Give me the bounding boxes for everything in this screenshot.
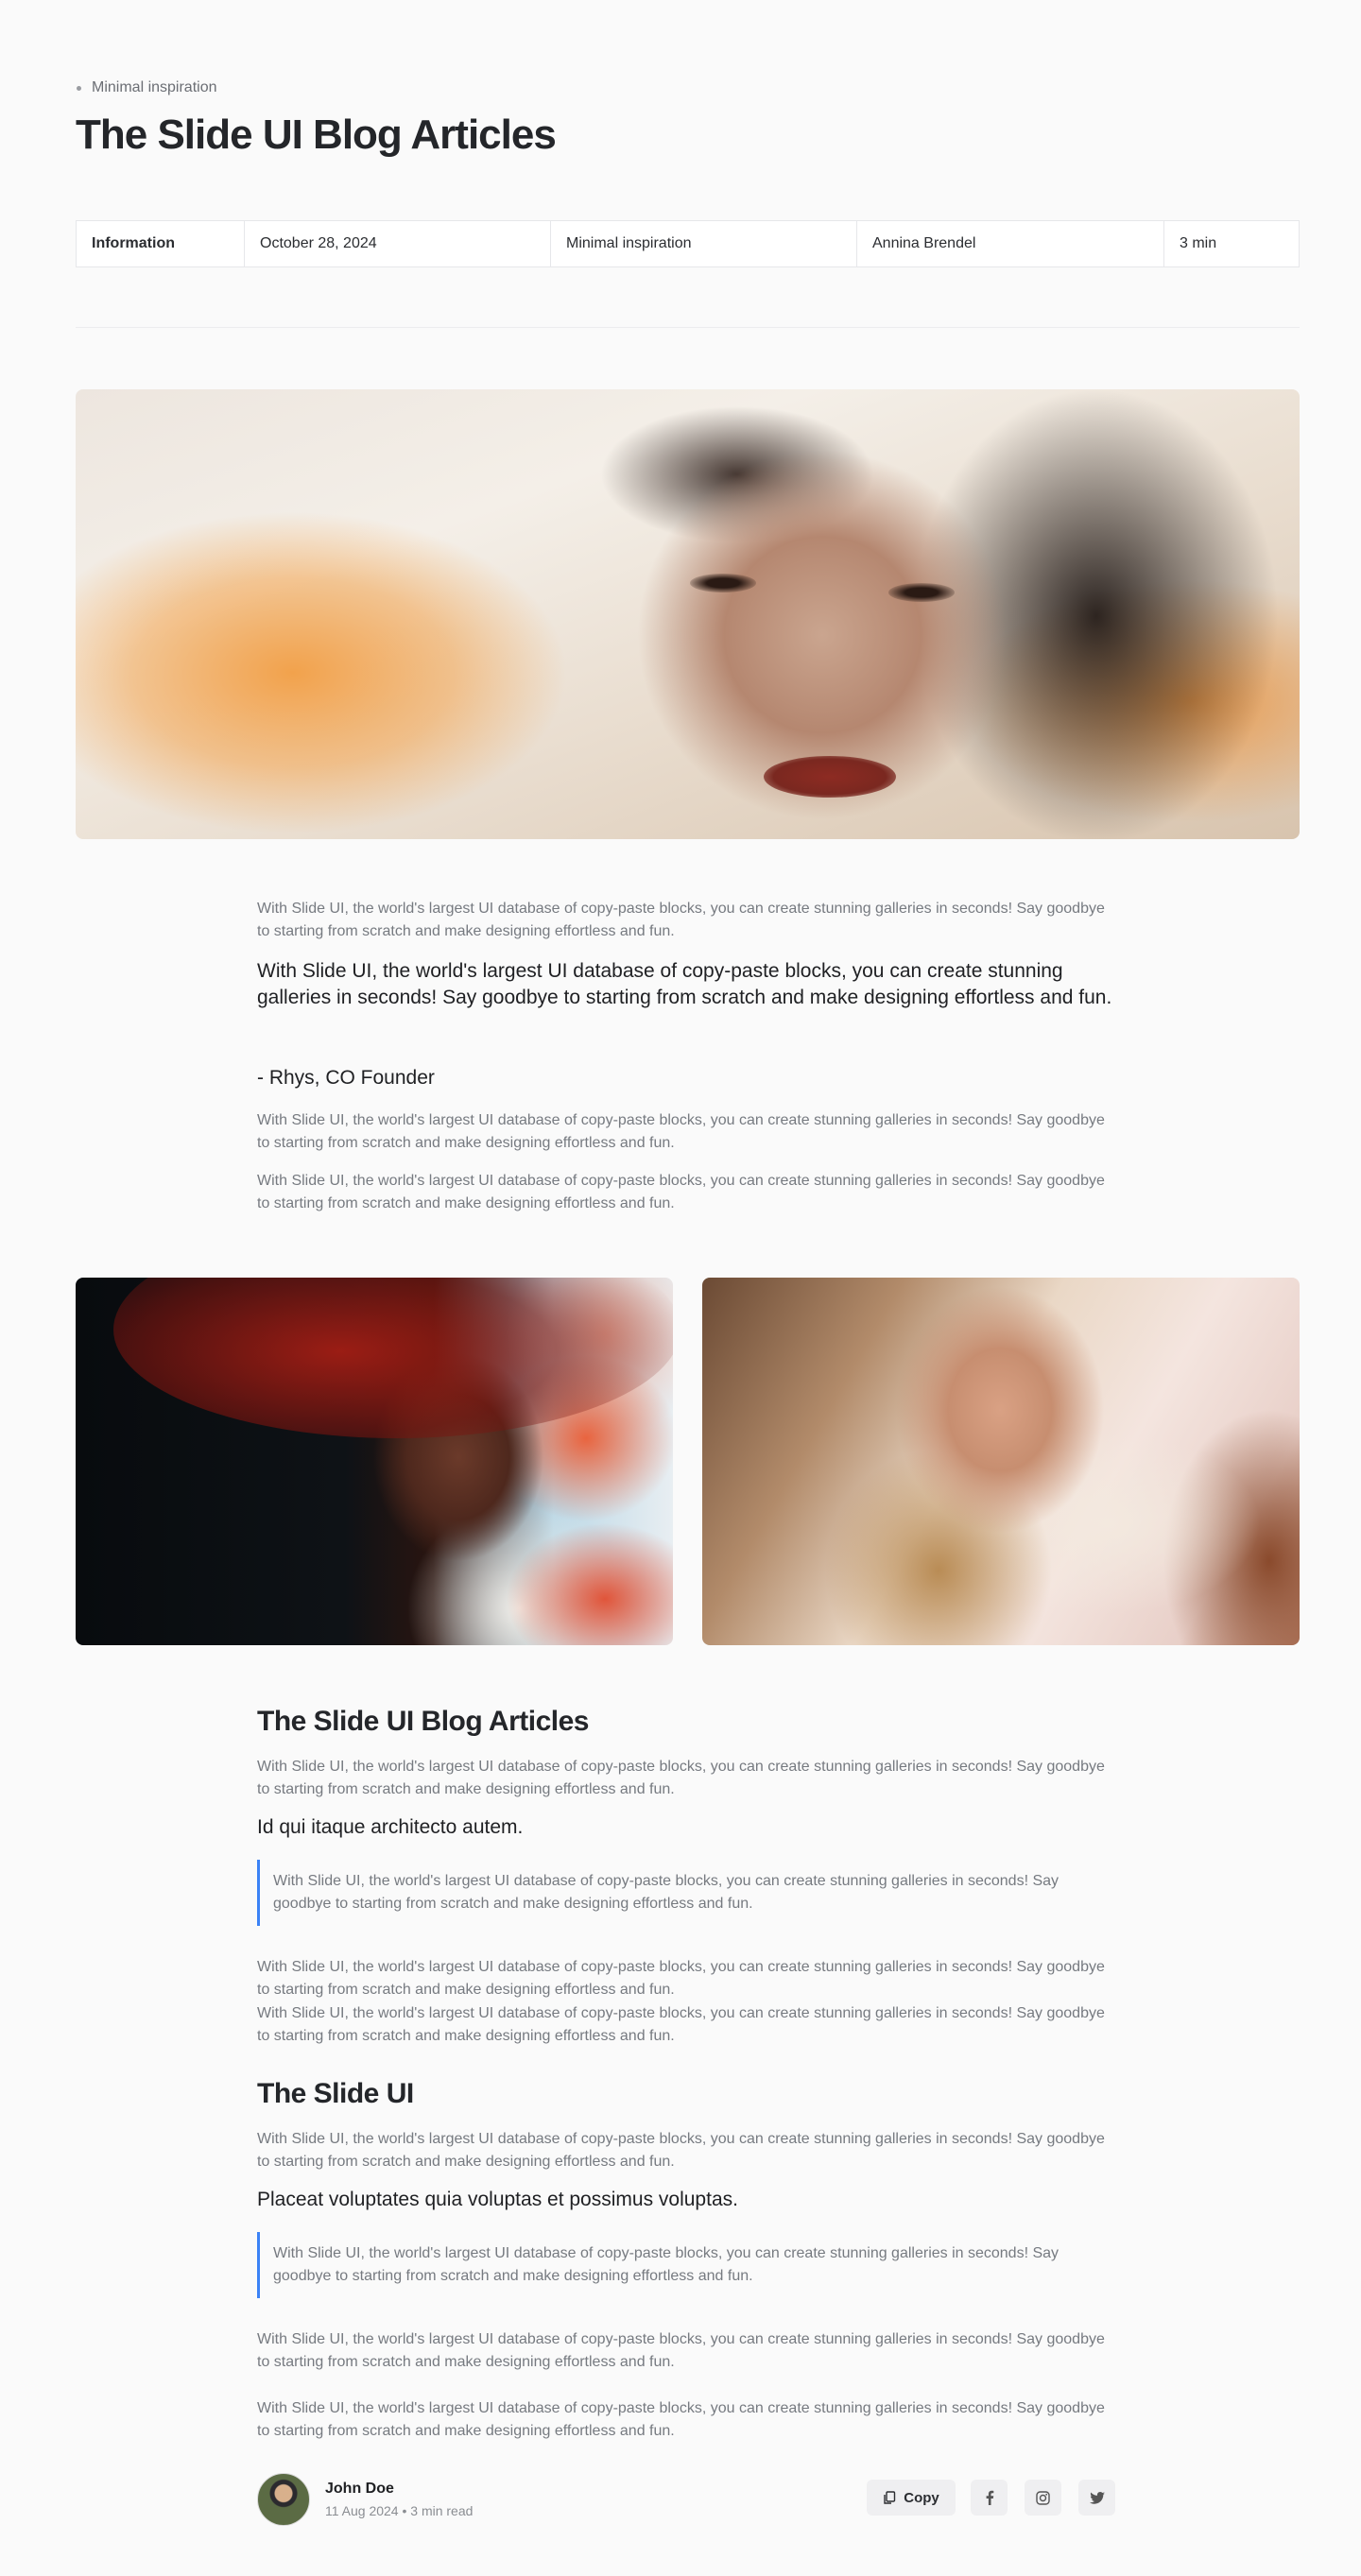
- info-table: Information October 28, 2024 Minimal ins…: [76, 220, 1300, 267]
- paragraph: With Slide UI, the world's largest UI da…: [257, 1759, 1105, 1797]
- gallery-image-right: [702, 1278, 1300, 1645]
- gallery-image-detail: [113, 1278, 673, 1438]
- instagram-icon: [1036, 2490, 1050, 2505]
- section-heading: The Slide UI: [257, 2078, 414, 2109]
- paragraph: With Slide UI, the world's largest UI da…: [257, 2400, 1105, 2439]
- info-date: October 28, 2024: [245, 221, 551, 266]
- facebook-icon: [986, 2490, 993, 2505]
- divider: [76, 327, 1300, 328]
- section-subheading: Placeat voluptates quia voluptas et poss…: [257, 2189, 738, 2210]
- author-meta: 11 Aug 2024 • 3 min read: [325, 2503, 474, 2518]
- gallery-image-left: [76, 1278, 673, 1645]
- copy-icon: [884, 2490, 896, 2504]
- breadcrumb: Minimal inspiration: [77, 79, 217, 96]
- info-label: Information: [77, 221, 245, 266]
- breadcrumb-link[interactable]: Minimal inspiration: [92, 79, 217, 96]
- info-author: Annina Brendel: [857, 221, 1164, 266]
- hero-image-detail: [888, 583, 955, 602]
- paragraph: With Slide UI, the world's largest UI da…: [257, 2005, 1105, 2044]
- hero-image-detail: [690, 574, 756, 592]
- author-block: John Doe 11 Aug 2024 • 3 min read: [257, 2473, 473, 2526]
- author-info: John Doe 11 Aug 2024 • 3 min read: [325, 2481, 473, 2518]
- blockquote-text: With Slide UI, the world's largest UI da…: [273, 1873, 1060, 1912]
- page-title: The Slide UI Blog Articles: [76, 112, 557, 158]
- section-subheading: Id qui itaque architecto autem.: [257, 1816, 524, 1838]
- hero-image: [76, 389, 1300, 839]
- paragraph: With Slide UI, the world's largest UI da…: [257, 1173, 1105, 1211]
- pull-quote: With Slide UI, the world's largest UI da…: [257, 960, 1112, 1008]
- info-category: Minimal inspiration: [551, 221, 857, 266]
- twitter-share-button[interactable]: [1078, 2480, 1115, 2516]
- copy-label: Copy: [904, 2489, 939, 2506]
- hero-image-detail: [764, 756, 896, 798]
- intro-paragraph: With Slide UI, the world's largest UI da…: [257, 901, 1105, 939]
- author-name[interactable]: John Doe: [325, 2481, 473, 2498]
- avatar[interactable]: [257, 2473, 310, 2526]
- blockquote: With Slide UI, the world's largest UI da…: [257, 1860, 1117, 1926]
- section-heading: The Slide UI Blog Articles: [257, 1706, 589, 1737]
- info-read-time: 3 min: [1180, 235, 1217, 251]
- bullet-icon: [77, 85, 81, 91]
- instagram-share-button[interactable]: [1025, 2480, 1061, 2516]
- paragraph: With Slide UI, the world's largest UI da…: [257, 1112, 1105, 1151]
- quote-attribution: - Rhys, CO Founder: [257, 1067, 435, 1089]
- paragraph: With Slide UI, the world's largest UI da…: [257, 2131, 1105, 2170]
- paragraph: With Slide UI, the world's largest UI da…: [257, 1959, 1105, 1998]
- facebook-share-button[interactable]: [971, 2480, 1008, 2516]
- paragraph: With Slide UI, the world's largest UI da…: [257, 2331, 1105, 2370]
- copy-button[interactable]: Copy: [867, 2480, 956, 2516]
- blog-article-page: Minimal inspiration The Slide UI Blog Ar…: [0, 0, 1361, 2576]
- twitter-icon: [1089, 2491, 1105, 2504]
- blockquote-text: With Slide UI, the world's largest UI da…: [273, 2245, 1060, 2284]
- blockquote: With Slide UI, the world's largest UI da…: [257, 2232, 1117, 2298]
